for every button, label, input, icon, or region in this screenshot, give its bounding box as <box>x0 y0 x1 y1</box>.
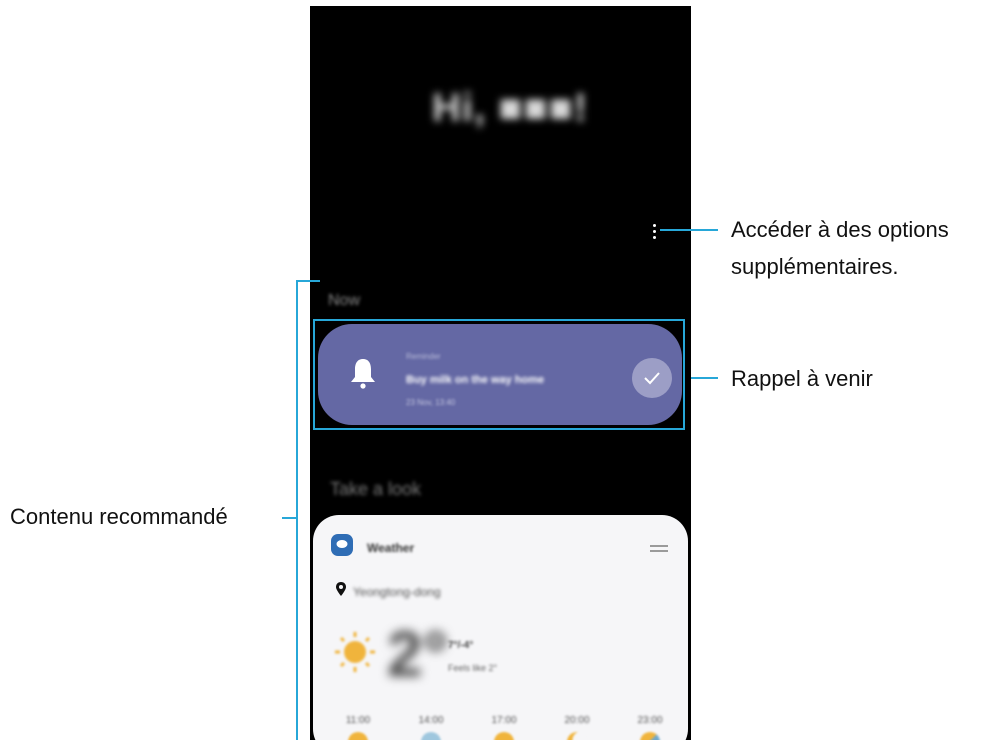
hour-time: 17:00 <box>491 715 517 726</box>
moon-cloud-icon <box>640 732 660 740</box>
weather-temperature: 2° <box>387 618 449 690</box>
reminder-time: 23 Nov, 13:40 <box>406 398 456 407</box>
callout-recommended-content: Contenu recommandé <box>10 504 228 529</box>
weather-app-icon <box>331 534 353 556</box>
hourly-item: 17:00 <box>479 715 529 740</box>
complete-reminder-button[interactable] <box>632 358 672 398</box>
callout-bracket-vertical <box>296 280 298 740</box>
hour-time: 23:00 <box>637 715 663 726</box>
callout-more-options-line1: Accéder à des options <box>731 217 949 242</box>
hourly-item: 14:00 <box>406 715 456 740</box>
hourly-item: 11:00 <box>333 715 383 740</box>
weather-card[interactable]: Weather Yeongtong-dong 2° 7°/-4° Feels l… <box>313 515 688 740</box>
hour-time: 14:00 <box>418 715 444 726</box>
weather-high-low: 7°/-4° <box>448 640 474 651</box>
section-take-a-look-heading: Take a look <box>330 479 422 499</box>
moon-icon <box>567 732 587 740</box>
sun-icon <box>335 632 375 672</box>
callout-more-options-line2: supplémentaires. <box>731 254 899 279</box>
more-options-icon[interactable] <box>652 224 658 240</box>
bell-icon <box>351 359 375 389</box>
hour-time: 11:00 <box>345 715 371 726</box>
callout-line-more-options <box>660 229 718 231</box>
reminder-title: Buy milk on the way home <box>406 374 545 386</box>
greeting: Hi, ■■■! <box>432 86 589 130</box>
hour-time: 20:00 <box>564 715 590 726</box>
callout-line-reminder <box>691 377 718 379</box>
callout-bracket-top <box>296 280 320 282</box>
drag-handle-icon[interactable] <box>650 545 668 552</box>
hourly-item: 23:00 <box>625 715 675 740</box>
weather-location: Yeongtong-dong <box>353 585 441 599</box>
weather-title: Weather <box>367 541 415 555</box>
weather-condition: Feels like 2° <box>448 663 498 673</box>
cloud-icon <box>421 732 441 740</box>
reminder-card[interactable]: Reminder Buy milk on the way home 23 Nov… <box>318 324 682 425</box>
section-now-heading: Now <box>328 292 361 309</box>
sun-icon <box>494 732 514 740</box>
check-icon <box>644 372 660 385</box>
callout-upcoming-reminder: Rappel à venir <box>731 366 873 391</box>
location-pin-icon <box>336 582 346 596</box>
reminder-category: Reminder <box>406 352 441 361</box>
sun-icon <box>348 732 368 740</box>
phone-screen: Hi, ■■■! Now Reminder Buy milk on the wa… <box>310 6 691 740</box>
callout-line-recommended <box>282 517 297 519</box>
hourly-item: 20:00 <box>552 715 602 740</box>
